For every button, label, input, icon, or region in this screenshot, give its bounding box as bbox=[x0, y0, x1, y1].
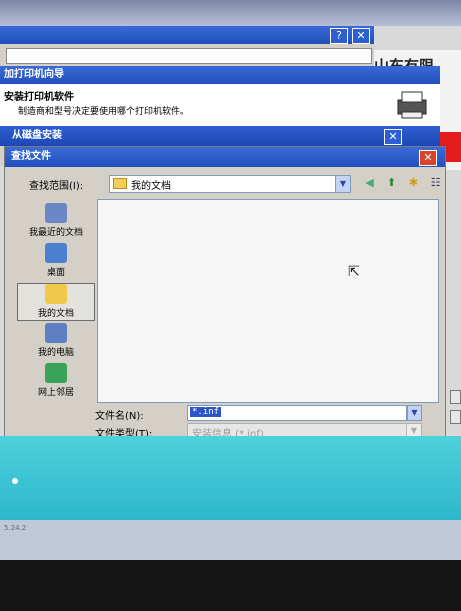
background-window-field bbox=[6, 48, 372, 64]
file-name-input[interactable]: *.inf bbox=[187, 405, 407, 421]
place-label: 桌面 bbox=[46, 268, 65, 278]
place-desktop[interactable]: 桌面 bbox=[17, 243, 95, 281]
look-in-label: 查找范围(I): bbox=[29, 181, 84, 192]
file-name-value: *.inf bbox=[190, 407, 222, 417]
place-my-computer[interactable]: 我的电脑 bbox=[17, 323, 95, 361]
wizard-title: 加打印机向导 bbox=[0, 66, 440, 84]
monitor-bezel bbox=[0, 560, 461, 611]
places-bar: 我最近的文档 桌面 我的文档 我的电脑 网上邻居 bbox=[17, 199, 95, 403]
version-text: 5.24.2 bbox=[4, 524, 27, 532]
file-name-dropdown-button[interactable]: ▼ bbox=[407, 405, 422, 421]
wizard-header-title: 安装打印机软件 bbox=[4, 92, 74, 103]
up-folder-icon[interactable]: ⬆ bbox=[383, 175, 400, 191]
open-button[interactable] bbox=[450, 390, 461, 404]
my-documents-icon bbox=[45, 284, 67, 304]
place-label: 我的文档 bbox=[37, 309, 74, 319]
install-from-disk-close-button[interactable]: ✕ bbox=[384, 129, 402, 145]
file-name-label: 文件名(N): bbox=[95, 411, 144, 422]
recent-documents-icon bbox=[45, 203, 67, 223]
place-my-documents[interactable]: 我的文档 bbox=[17, 283, 95, 321]
folder-icon bbox=[113, 178, 127, 189]
file-list-pane[interactable]: ⇱ bbox=[97, 199, 439, 403]
close-button[interactable]: ✕ bbox=[352, 28, 370, 44]
locate-file-close-button[interactable]: ✕ bbox=[419, 150, 437, 166]
place-recent-documents[interactable]: 我最近的文档 bbox=[17, 203, 95, 241]
mouse-cursor-icon: ⇱ bbox=[348, 264, 360, 280]
new-folder-icon[interactable]: ✱ bbox=[405, 175, 422, 191]
desktop-icon bbox=[45, 243, 67, 263]
place-label: 我最近的文档 bbox=[28, 228, 83, 238]
wizard-header: 安装打印机软件 制造商和型号决定要使用哪个打印机软件。 bbox=[0, 84, 440, 129]
look-in-combobox[interactable]: 我的文档 ▼ bbox=[109, 175, 351, 193]
printer-icon bbox=[397, 91, 427, 119]
monitor-top-strip bbox=[0, 0, 461, 26]
wizard-header-subtitle: 制造商和型号决定要使用哪个打印机软件。 bbox=[18, 107, 190, 117]
look-in-value: 我的文档 bbox=[131, 181, 171, 192]
place-label: 我的电脑 bbox=[37, 348, 74, 358]
status-dot bbox=[12, 478, 18, 484]
locate-file-dialog: 查找文件 ✕ 查找范围(I): 我的文档 ▼ ◀ ⬆ ✱ ☷ 我最近的文档 桌面… bbox=[4, 146, 446, 448]
place-label: 网上邻居 bbox=[37, 388, 74, 398]
chevron-down-icon[interactable]: ▼ bbox=[335, 176, 350, 192]
back-icon[interactable]: ◀ bbox=[361, 175, 378, 191]
help-button[interactable]: ? bbox=[330, 28, 348, 44]
background-window: ? ✕ bbox=[0, 26, 374, 67]
cancel-button[interactable] bbox=[450, 410, 461, 424]
network-places-icon bbox=[45, 363, 67, 383]
install-from-disk-title: 从磁盘安装 bbox=[0, 126, 440, 146]
locate-file-title: 查找文件 bbox=[5, 147, 445, 167]
place-network[interactable]: 网上邻居 bbox=[17, 363, 95, 401]
taskbar: 5.24.2 bbox=[0, 520, 461, 560]
my-computer-icon bbox=[45, 323, 67, 343]
background-window-titlebar: ? ✕ bbox=[0, 26, 374, 44]
view-menu-icon[interactable]: ☷ bbox=[427, 175, 444, 191]
